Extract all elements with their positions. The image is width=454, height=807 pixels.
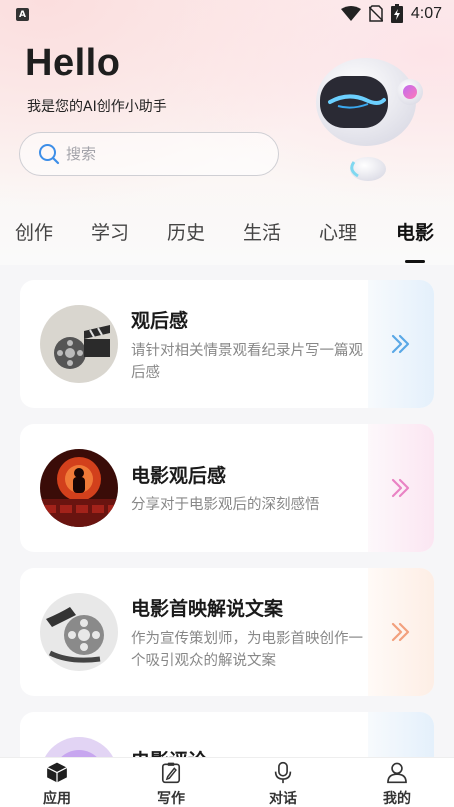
- tab-movie[interactable]: 电影: [396, 218, 434, 245]
- nav-chat[interactable]: 对话: [243, 758, 323, 807]
- film-clapper-thumbnail: [40, 305, 118, 383]
- card-title: 观后感: [131, 310, 189, 332]
- search-box[interactable]: [19, 132, 279, 176]
- nav-label: 应用: [43, 791, 71, 807]
- nav-apps[interactable]: 应用: [17, 758, 97, 807]
- greeting-subtitle: 我是您的AI创作小助手: [27, 99, 167, 115]
- card-title: 电影观后感: [131, 465, 227, 487]
- active-tab-indicator: [405, 260, 425, 263]
- tab-history[interactable]: 历史: [167, 218, 205, 245]
- tab-study[interactable]: 学习: [91, 218, 129, 245]
- card-description: 分享对于电影观后的深刻感悟: [131, 497, 320, 513]
- cinema-seats-thumbnail: [40, 449, 118, 527]
- tab-life[interactable]: 生活: [243, 218, 281, 245]
- card-description: 作为宣传策划师，为电影首映创作一个吸引观众的解说文案: [131, 631, 363, 669]
- cube-icon: [46, 762, 68, 783]
- pen-icon: [161, 762, 181, 784]
- tab-create[interactable]: 创作: [15, 218, 53, 245]
- template-card[interactable]: 电影观后感 分享对于电影观后的深刻感悟: [20, 424, 434, 552]
- card-open-button[interactable]: [368, 424, 434, 552]
- nav-writing[interactable]: 写作: [131, 758, 211, 807]
- search-icon: [39, 144, 60, 165]
- card-open-button[interactable]: [368, 568, 434, 696]
- clock: 4:07: [410, 4, 442, 22]
- status-bar: A 4:07: [0, 0, 454, 32]
- category-tabs: 创作 学习 历史 生活 心理 电影: [0, 218, 454, 266]
- wifi-icon: [340, 5, 361, 21]
- double-chevron-right-icon: [391, 334, 410, 354]
- film-reel-thumbnail: [40, 593, 118, 671]
- battery-icon: [390, 4, 403, 23]
- user-icon: [387, 762, 407, 784]
- double-chevron-right-icon: [391, 478, 410, 498]
- double-chevron-right-icon: [391, 622, 410, 642]
- nav-label: 写作: [157, 791, 185, 807]
- app-notification-icon: A: [16, 8, 29, 21]
- robot-mascot: [316, 58, 423, 181]
- nav-label: 我的: [383, 791, 411, 807]
- tab-psychology[interactable]: 心理: [319, 218, 357, 245]
- card-description: 请针对相关情景观看纪录片写一篇观后感: [131, 343, 363, 381]
- search-input[interactable]: [66, 145, 256, 163]
- microphone-icon: [274, 761, 292, 784]
- template-card[interactable]: 观后感 请针对相关情景观看纪录片写一篇观后感: [20, 280, 434, 408]
- template-card[interactable]: 电影首映解说文案 作为宣传策划师，为电影首映创作一个吸引观众的解说文案: [20, 568, 434, 696]
- no-sim-icon: [368, 5, 383, 22]
- card-title: 电影首映解说文案: [131, 598, 284, 620]
- nav-profile[interactable]: 我的: [357, 758, 437, 807]
- nav-label: 对话: [269, 791, 297, 807]
- card-open-button[interactable]: [368, 280, 434, 408]
- bottom-navigation: 应用 写作 对话 我的: [0, 757, 454, 807]
- greeting-title: Hello: [25, 42, 121, 84]
